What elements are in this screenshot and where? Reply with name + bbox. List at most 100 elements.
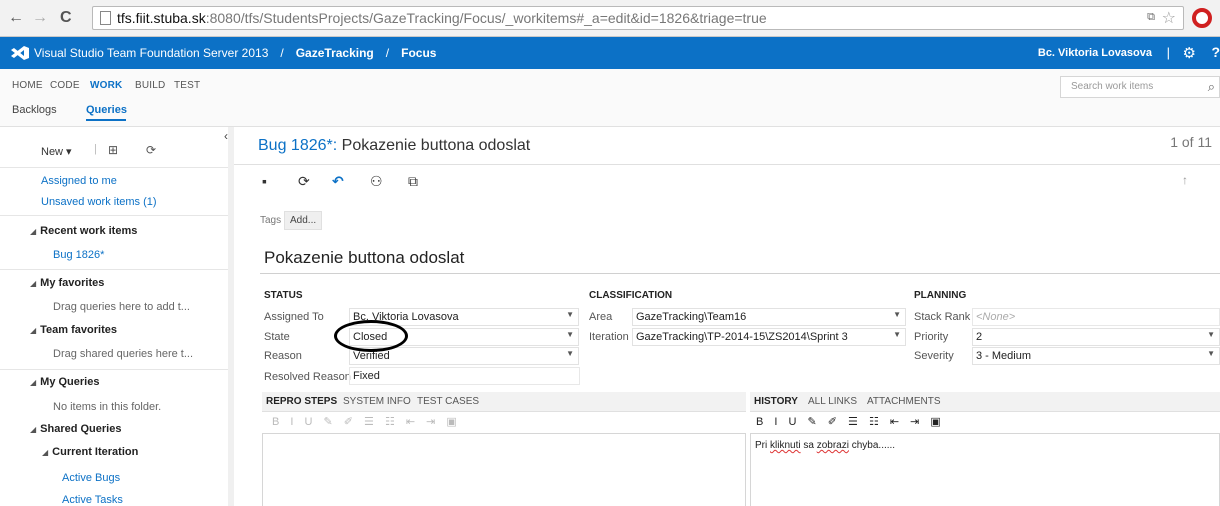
priority-label: Priority (914, 331, 949, 343)
active-tasks-query[interactable]: Active Tasks (62, 494, 123, 506)
section-title: Shared Queries (40, 423, 122, 435)
copy-icon[interactable]: ⧉ (408, 173, 418, 190)
translate-icon[interactable]: ⧉ (1147, 11, 1155, 24)
repro-steps-editor[interactable] (262, 433, 746, 506)
breadcrumb-separator: / (280, 46, 284, 60)
refresh-icon[interactable]: ⟳ (298, 173, 310, 190)
expand-triangle-icon: ◢ (42, 448, 49, 457)
refresh-icon[interactable]: ⟳ (146, 143, 156, 157)
history-editor[interactable]: Pri kliknuti sa zobrazi chyba...... (750, 433, 1220, 506)
area-field[interactable]: GazeTracking\Team16 ▼ (632, 308, 906, 326)
current-iteration-header[interactable]: ◢ Current Iteration (42, 446, 138, 458)
repro-tabs: REPRO STEPS SYSTEM INFO TEST CASES (262, 392, 746, 412)
active-bugs-query[interactable]: Active Bugs (62, 472, 120, 484)
iteration-label: Iteration (589, 331, 629, 343)
history-text-part: sa (800, 440, 817, 451)
reason-label: Reason (264, 350, 302, 362)
dropdown-arrow-icon: ▼ (566, 330, 574, 339)
iteration-field[interactable]: GazeTracking\TP-2014-15\ZS2014\Sprint 3 ▼ (632, 328, 906, 346)
help-icon[interactable]: ? (1211, 44, 1220, 60)
divider (0, 167, 228, 168)
bookmark-star-icon[interactable]: ☆ (1162, 8, 1176, 28)
nav-build[interactable]: BUILD (135, 80, 165, 91)
product-name[interactable]: Visual Studio Team Foundation Server 201… (34, 46, 268, 60)
dropdown-arrow-icon: ▼ (566, 310, 574, 319)
section-title: Current Iteration (52, 446, 139, 458)
page-count: 1 of 11 (1170, 134, 1212, 150)
link-icon[interactable]: ⚇ (370, 173, 383, 190)
url-path: :8080/tfs/StudentsProjects/GazeTracking/… (205, 10, 767, 26)
annotation-circle (334, 320, 408, 352)
team-name[interactable]: Focus (401, 46, 436, 60)
tab-queries[interactable]: Queries (86, 104, 127, 116)
favorites-hint: Drag queries here to add t... (53, 301, 190, 313)
recent-item-bug-1826[interactable]: Bug 1826* (53, 249, 104, 261)
browser-toolbar: ← → C tfs.fiit.stuba.sk:8080/tfs/Student… (0, 0, 1220, 37)
up-arrow-icon[interactable]: ↑ (1182, 173, 1188, 187)
team-favorites-header[interactable]: ◢ Team favorites (30, 324, 117, 336)
url-host: tfs.fiit.stuba.sk (117, 10, 206, 26)
tab-test-cases[interactable]: TEST CASES (417, 396, 479, 407)
breadcrumb: Visual Studio Team Foundation Server 201… (34, 46, 436, 60)
save-icon[interactable]: ▪ (262, 173, 267, 189)
nav-home[interactable]: HOME (12, 80, 43, 91)
priority-value: 2 (976, 331, 983, 343)
history-rte-toolbar[interactable]: B I U ✎ ✐ ☰ ☷ ⇤ ⇥ ▣ (756, 415, 945, 428)
my-queries-header[interactable]: ◢ My Queries (30, 376, 99, 388)
title-field[interactable]: Pokazenie buttona odoslat (260, 244, 1220, 274)
nav-test[interactable]: TEST (174, 80, 200, 91)
divider (234, 164, 1220, 165)
work-item-name: Pokazenie buttona odoslat (341, 137, 531, 154)
shared-queries-header[interactable]: ◢ Shared Queries (30, 423, 121, 435)
left-panel: ‹ New ▾ | ⊞ ⟳ Assigned to me Unsaved wor… (0, 127, 234, 506)
assigned-to-me-link[interactable]: Assigned to me (41, 175, 117, 187)
resolved-reason-field[interactable]: Fixed (349, 367, 580, 385)
history-tabs: HISTORY ALL LINKS ATTACHMENTS (750, 392, 1220, 412)
search-placeholder: Search work items (1071, 81, 1154, 92)
tab-attachments[interactable]: ATTACHMENTS (867, 396, 941, 407)
repro-rte-toolbar[interactable]: B I U ✎ ✐ ☰ ☷ ⇤ ⇥ ▣ (272, 415, 461, 428)
history-text-part: Pri (755, 440, 770, 451)
tab-system-info[interactable]: SYSTEM INFO (343, 396, 411, 407)
dropdown-arrow-icon: ▼ (893, 310, 901, 319)
gear-icon[interactable]: ⚙ (1183, 44, 1196, 62)
empty-folder-text: No items in this folder. (53, 401, 162, 413)
work-item-id: Bug 1826*: (258, 137, 338, 154)
top-navigation: HOME CODE WORK BUILD TEST Backlogs Queri… (0, 69, 1220, 127)
undo-icon[interactable]: ↶ (332, 173, 344, 190)
search-input[interactable]: Search work items ⌕ (1060, 76, 1220, 98)
expand-triangle-icon: ◢ (30, 425, 37, 434)
state-label: State (264, 331, 290, 343)
address-bar[interactable]: tfs.fiit.stuba.sk:8080/tfs/StudentsProje… (92, 6, 1184, 30)
history-text-part: chyba...... (848, 440, 896, 451)
tab-all-links[interactable]: ALL LINKS (808, 396, 857, 407)
user-name[interactable]: Bc. Viktoria Lovasova (1038, 47, 1152, 59)
new-button[interactable]: New ▾ (41, 145, 72, 158)
recent-work-items-header[interactable]: ◢ Recent work items (30, 225, 137, 237)
add-tag-button[interactable]: Add... (284, 211, 323, 230)
severity-label: Severity (914, 350, 954, 362)
divider (0, 369, 228, 370)
tab-backlogs[interactable]: Backlogs (12, 104, 57, 116)
nav-code[interactable]: CODE (50, 80, 80, 91)
stack-rank-field[interactable]: <None> (972, 308, 1220, 326)
severity-field[interactable]: 3 - Medium ▼ (972, 347, 1220, 365)
my-favorites-header[interactable]: ◢ My favorites (30, 277, 104, 289)
severity-value: 3 - Medium (976, 350, 1032, 362)
search-icon[interactable]: ⌕ (1208, 79, 1215, 95)
misspelled-word: kliknuti (770, 440, 801, 451)
reload-icon[interactable]: C (60, 9, 72, 27)
visual-studio-logo-icon[interactable] (11, 46, 29, 60)
priority-field[interactable]: 2 ▼ (972, 328, 1220, 346)
nav-work[interactable]: WORK (90, 80, 122, 91)
back-arrow-icon[interactable]: ← (8, 9, 24, 27)
expand-triangle-icon: ◢ (30, 279, 37, 288)
opera-icon[interactable] (1192, 8, 1212, 28)
unsaved-items-link[interactable]: Unsaved work items (1) (41, 196, 157, 208)
tab-repro-steps[interactable]: REPRO STEPS (266, 396, 337, 407)
forward-arrow-icon[interactable]: → (32, 9, 48, 27)
project-name[interactable]: GazeTracking (296, 46, 374, 60)
new-query-icon[interactable]: ⊞ (108, 143, 118, 157)
section-title: My Queries (40, 376, 100, 388)
tab-history[interactable]: HISTORY (754, 396, 798, 407)
